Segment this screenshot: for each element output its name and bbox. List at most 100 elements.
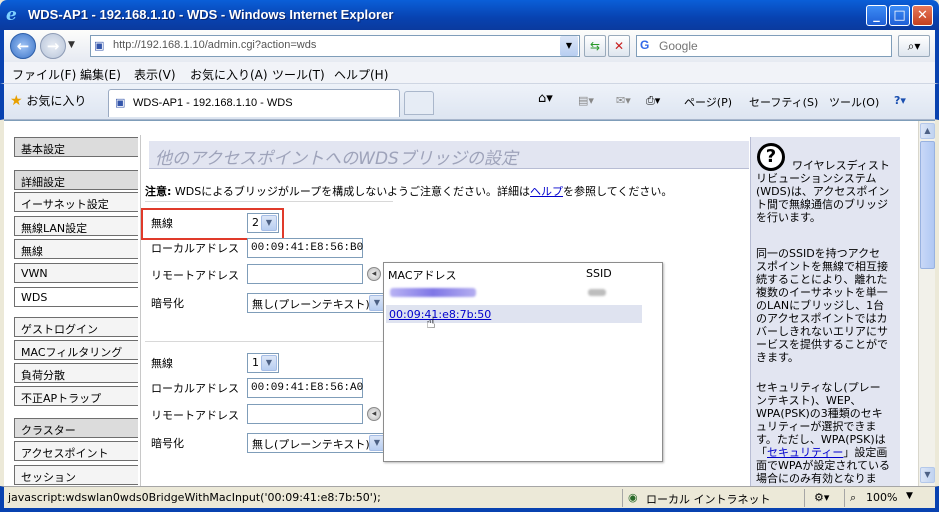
zoom-icon[interactable]: ⌕ xyxy=(850,491,856,505)
sidebar-item-wds[interactable]: WDS xyxy=(14,287,138,307)
address-url: http://192.168.1.10/admin.cgi?action=wds xyxy=(113,39,317,51)
tab-title: WDS-AP1 - 192.168.1.10 - WDS xyxy=(133,97,293,109)
tab-bar: ★ お気に入り ▣ WDS-AP1 - 192.168.1.10 - WDS ⌂… xyxy=(0,84,939,120)
tools-menu[interactable]: ツール(O) xyxy=(829,94,879,110)
sidebar-item-advanced[interactable]: 詳細設定 xyxy=(14,170,138,190)
security-link[interactable]: セキュリティー xyxy=(767,446,843,459)
favorites-button[interactable]: ★ お気に入り xyxy=(10,92,86,109)
remote-lookup-button-2[interactable]: ◂ xyxy=(367,407,381,421)
sidebar-item-ethernet[interactable]: イーサネット設定 xyxy=(14,192,138,212)
home-icon[interactable]: ⌂▾ xyxy=(538,91,553,106)
status-text: javascript:wdswlan0wds0BridgeWithMacInpu… xyxy=(8,491,381,504)
vertical-scrollbar[interactable]: ▲ ▼ xyxy=(918,121,935,486)
sidebar-item-vwn[interactable]: VWN xyxy=(14,263,138,283)
remote-address-field-2[interactable] xyxy=(247,404,363,424)
favorites-label: お気に入り xyxy=(26,94,87,108)
search-button[interactable]: ⌕▾ xyxy=(898,35,930,57)
note-tail: を参照してください。 xyxy=(563,185,673,198)
zoom-level[interactable]: 100% xyxy=(866,491,897,504)
safety-menu[interactable]: セーフティ(S) xyxy=(749,94,818,110)
protected-mode-icon[interactable]: ⚙▾ xyxy=(814,491,829,504)
encryption-select-2[interactable]: 無し(プレーンテキスト) ▼ xyxy=(247,433,387,453)
encryption-label-2: 暗号化 xyxy=(151,437,184,450)
sidebar-item-guest[interactable]: ゲストログイン xyxy=(14,317,138,337)
remote-address-label-2: リモートアドレス xyxy=(151,409,239,422)
page-title: 他のアクセスポイントへのWDSブリッジの設定 xyxy=(155,149,518,169)
sidebar-item-wlan[interactable]: 無線LAN設定 xyxy=(14,216,138,236)
ie-logo-icon: e xyxy=(6,5,17,25)
feeds-icon[interactable]: ▤▾ xyxy=(578,94,594,107)
menu-view[interactable]: 表示(V) xyxy=(134,66,176,83)
chevron-down-icon: ▼ xyxy=(261,355,277,371)
tab-wds[interactable]: ▣ WDS-AP1 - 192.168.1.10 - WDS xyxy=(108,89,400,117)
star-icon: ★ xyxy=(10,93,23,109)
history-dropdown-icon[interactable]: ▼ xyxy=(68,40,75,50)
remote-address-field-1[interactable] xyxy=(247,264,363,284)
address-dropdown-icon[interactable]: ▼ xyxy=(560,36,578,56)
redacted-mac[interactable] xyxy=(390,288,476,297)
help-panel: ? ワイヤレスディストリビューションシステム(WDS)は、アクセスポイント間で無… xyxy=(750,137,900,486)
zoom-dropdown-icon[interactable]: ▼ xyxy=(906,491,913,501)
refresh-icon[interactable]: ⇆ xyxy=(584,35,606,57)
encryption-label-1: 暗号化 xyxy=(151,297,184,310)
sidebar-item-radio[interactable]: 無線 xyxy=(14,239,138,259)
radio-label-1: 無線 xyxy=(151,217,173,230)
radio-select-2[interactable]: 1 ▼ xyxy=(247,353,279,373)
help-text-2: 同一のSSIDを持つアクセスポイントを無線で相互接続することにより、離れた複数の… xyxy=(756,247,888,364)
sidebar-item-session[interactable]: セッション xyxy=(14,465,138,485)
maximize-button[interactable]: □ xyxy=(889,5,910,26)
radio-label-2: 無線 xyxy=(151,357,173,370)
stop-icon[interactable]: ✕ xyxy=(608,35,630,57)
new-tab-button[interactable] xyxy=(404,91,434,115)
remote-lookup-button-1[interactable]: ◂ xyxy=(367,267,381,281)
forward-button[interactable]: → xyxy=(40,33,66,59)
sidebar-item-mac-filter[interactable]: MACフィルタリング xyxy=(14,340,138,360)
status-bar: javascript:wdswlan0wds0BridgeWithMacInpu… xyxy=(0,486,939,512)
menu-tools[interactable]: ツール(T) xyxy=(272,66,325,83)
note-text: WDSによるブリッジがループを構成しないようご注意ください。詳細は xyxy=(171,185,531,198)
encryption-select-1[interactable]: 無し(プレーンテキスト) ▼ xyxy=(247,293,387,313)
sidebar-item-rogue-ap[interactable]: 不正APトラップ xyxy=(14,386,138,406)
divider xyxy=(145,201,393,202)
back-button[interactable]: ← xyxy=(10,33,36,59)
menu-help[interactable]: ヘルプ(H) xyxy=(334,66,388,83)
google-icon: G xyxy=(640,38,650,52)
zone-label: ローカル イントラネット xyxy=(646,493,771,506)
radio-select-1[interactable]: 2 ▼ xyxy=(247,213,279,233)
scroll-thumb[interactable] xyxy=(920,141,935,269)
mac-link[interactable]: 00:09:41:e8:7b:50 xyxy=(389,308,491,321)
search-box[interactable]: G xyxy=(636,35,892,57)
local-address-field-1[interactable]: 00:09:41:E8:56:B0 xyxy=(247,238,363,258)
remote-address-label-1: リモートアドレス xyxy=(151,269,239,282)
column-header-ssid: SSID xyxy=(586,267,612,280)
print-icon[interactable]: ⎙▾ xyxy=(646,94,660,108)
scroll-up-icon[interactable]: ▲ xyxy=(920,123,935,139)
page-menu[interactable]: ページ(P) xyxy=(684,94,732,110)
local-address-label-2: ローカルアドレス xyxy=(151,382,239,395)
menu-file[interactable]: ファイル(F) xyxy=(12,66,76,83)
sidebar-item-load-balance[interactable]: 負荷分散 xyxy=(14,363,138,383)
note-label: 注意: xyxy=(145,185,172,198)
intranet-icon: ◉ xyxy=(628,491,638,504)
mail-icon[interactable]: ✉▾ xyxy=(616,94,631,107)
local-address-label-1: ローカルアドレス xyxy=(151,242,239,255)
sidebar-item-cluster[interactable]: クラスター xyxy=(14,418,138,438)
hand-cursor-icon: ☝ xyxy=(426,313,436,332)
close-button[interactable]: ✕ xyxy=(912,5,933,26)
section-header: 他のアクセスポイントへのWDSブリッジの設定 xyxy=(149,141,749,169)
sidebar-item-access-point[interactable]: アクセスポイント xyxy=(14,441,138,461)
local-address-field-2[interactable]: 00:09:41:E8:56:A0 xyxy=(247,378,363,398)
mac-address-popup: MACアドレス SSID 00:09:41:e8:7b:50 ☝ xyxy=(383,262,663,462)
page-icon: ▣ xyxy=(115,96,126,109)
address-bar[interactable]: ▣ http://192.168.1.10/admin.cgi?action=w… xyxy=(90,35,580,57)
divider xyxy=(145,341,393,342)
search-input[interactable] xyxy=(659,38,879,54)
help-icon[interactable]: ?▾ xyxy=(894,94,906,107)
help-link[interactable]: ヘルプ xyxy=(530,185,563,198)
list-item[interactable]: 00:09:41:e8:7b:50 xyxy=(386,305,642,323)
menu-edit[interactable]: 編集(E) xyxy=(80,66,121,83)
minimize-button[interactable]: _ xyxy=(866,5,887,26)
scroll-down-icon[interactable]: ▼ xyxy=(920,467,935,483)
menu-favorites[interactable]: お気に入り(A) xyxy=(190,66,268,83)
sidebar-item-basic[interactable]: 基本設定 xyxy=(14,137,138,157)
